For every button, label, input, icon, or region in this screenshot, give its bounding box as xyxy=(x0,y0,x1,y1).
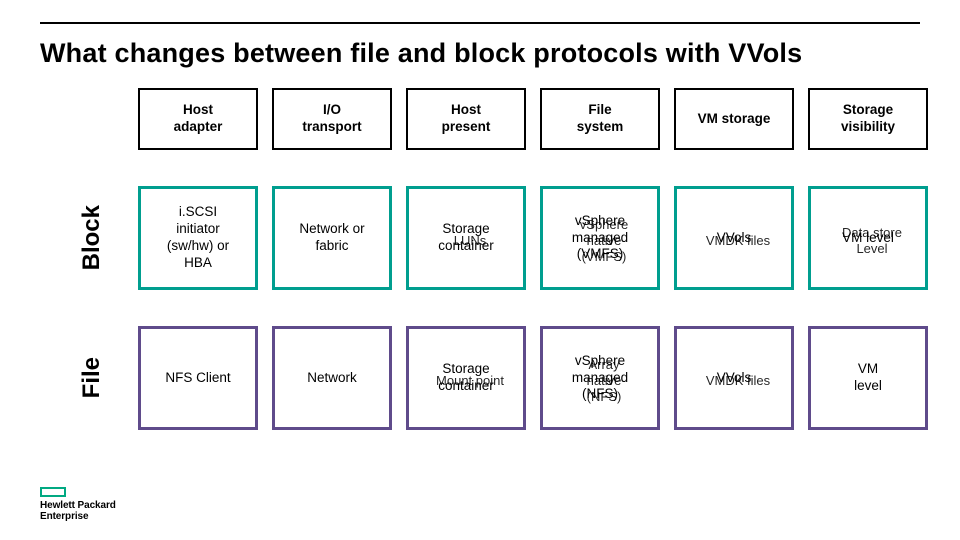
cell-text: Storage container xyxy=(417,335,515,421)
file-host-adapter: NFS Client xyxy=(138,326,258,430)
file-row: File NFS Client Network Mount point Stor… xyxy=(60,326,930,430)
cell-text: vSphere managed (NFS) xyxy=(551,335,649,421)
header-row: Host adapter I/O transport Host present … xyxy=(60,88,930,150)
cell-text: VVols xyxy=(685,195,783,281)
col-label: Host present xyxy=(442,102,491,136)
col-file-system: File system xyxy=(540,88,660,150)
col-label: VM storage xyxy=(698,111,771,128)
row-label-text: File xyxy=(78,357,106,398)
block-storage-visibility: Data store Level VM level xyxy=(808,186,928,290)
brand-logo: Hewlett Packard Enterprise xyxy=(40,487,116,522)
file-io-transport: Network xyxy=(272,326,392,430)
cell-text: Network or fabric xyxy=(283,195,381,281)
cell-text: vSphere managed (VMFS) xyxy=(551,195,649,281)
cell-text: VVols xyxy=(685,335,783,421)
block-vm-storage: VMDK files VVols xyxy=(674,186,794,290)
block-host-present: LUNs Storage container xyxy=(406,186,526,290)
block-row-label: Block xyxy=(60,186,124,290)
col-label: Host adapter xyxy=(174,102,223,136)
file-host-present: Mount point Storage container xyxy=(406,326,526,430)
col-io-transport: I/O transport xyxy=(272,88,392,150)
cell-text: Storage container xyxy=(417,195,515,281)
block-io-transport: Network or fabric xyxy=(272,186,392,290)
col-host-adapter: Host adapter xyxy=(138,88,258,150)
col-host-present: Host present xyxy=(406,88,526,150)
block-host-adapter: i.SCSI initiator (sw/hw) or HBA xyxy=(138,186,258,290)
cell-text: NFS Client xyxy=(149,335,247,421)
cell-text: VM level xyxy=(819,335,917,421)
comparison-grid: Host adapter I/O transport Host present … xyxy=(60,88,930,466)
col-label: I/O transport xyxy=(302,102,361,136)
brand-bar-icon xyxy=(40,487,66,497)
top-divider xyxy=(40,22,920,24)
slide-title: What changes between file and block prot… xyxy=(40,38,802,69)
col-label: Storage visibility xyxy=(841,102,895,136)
col-label: File system xyxy=(577,102,624,136)
col-storage-visibility: Storage visibility xyxy=(808,88,928,150)
slide: What changes between file and block prot… xyxy=(0,0,960,540)
cell-text: i.SCSI initiator (sw/hw) or HBA xyxy=(149,195,247,281)
brand-text: Hewlett Packard Enterprise xyxy=(40,501,116,522)
file-storage-visibility: VM level xyxy=(808,326,928,430)
file-file-system: Array native (NFS) vSphere managed (NFS) xyxy=(540,326,660,430)
file-vm-storage: VMDK files VVols xyxy=(674,326,794,430)
cell-text: VM level xyxy=(819,195,917,281)
block-file-system: vSphere native (VMFS) vSphere managed (V… xyxy=(540,186,660,290)
col-vm-storage: VM storage xyxy=(674,88,794,150)
cell-text: Network xyxy=(283,335,381,421)
block-row: Block i.SCSI initiator (sw/hw) or HBA Ne… xyxy=(60,186,930,290)
row-label-text: Block xyxy=(78,205,106,270)
header-spacer xyxy=(60,88,124,150)
file-row-label: File xyxy=(60,326,124,430)
